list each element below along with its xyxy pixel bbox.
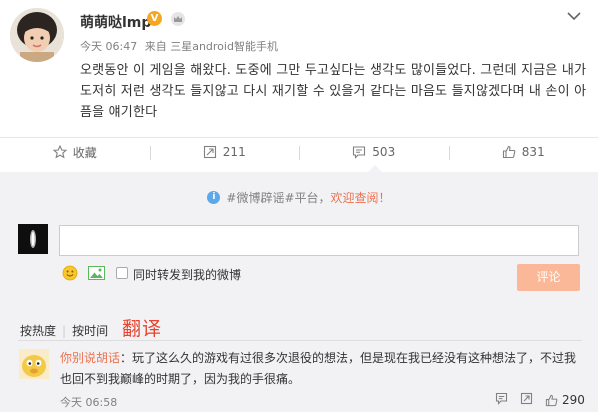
sort-divider bbox=[18, 340, 582, 341]
post-action-bar: 收藏 211 503 831 bbox=[0, 137, 598, 166]
comment-sort-bar: 按热度 | 按时间 bbox=[20, 322, 108, 339]
comment-body: 你别说胡话：玩了这么久的游戏有过很多次退役的想法，但是现在我已经没有这种想法了，… bbox=[60, 348, 585, 390]
comment-panel-caret bbox=[368, 165, 382, 172]
thumb-up-icon bbox=[502, 145, 516, 159]
current-user-avatar[interactable] bbox=[18, 224, 48, 254]
comment-submit-button[interactable]: 评论 bbox=[517, 264, 580, 291]
sort-separator: | bbox=[62, 324, 67, 338]
post-card: 萌萌哒lmp V 今天 06:47 来自 三星android智能手机 오랫동안 … bbox=[0, 0, 598, 137]
post-text: 오랫동안 이 게임을 해왔다. 도중에 그만 두고싶다는 생각도 많이들었다. … bbox=[80, 63, 587, 120]
repost-checkbox[interactable] bbox=[116, 267, 128, 279]
favorite-button[interactable]: 收藏 bbox=[0, 138, 150, 166]
emoji-icon[interactable] bbox=[62, 265, 78, 281]
like-count: 831 bbox=[521, 145, 545, 159]
post-source-link[interactable]: 三星android智能手机 bbox=[170, 40, 278, 53]
comment-text: ：玩了这么久的游戏有过很多次退役的想法，但是现在我已经没有这种想法了，不过我也回… bbox=[60, 351, 577, 386]
commenter-avatar[interactable] bbox=[19, 349, 49, 379]
post-meta: 今天 06:47 来自 三星android智能手机 bbox=[80, 38, 278, 54]
repost-checkbox-label[interactable]: 同时转发到我的微博 bbox=[133, 266, 241, 283]
username-link[interactable]: 萌萌哒lmp bbox=[80, 12, 151, 32]
favorite-label: 收藏 bbox=[72, 145, 97, 160]
rumor-view-link[interactable]: 欢迎查阅！ bbox=[331, 189, 391, 206]
verified-v-icon[interactable]: V bbox=[147, 11, 162, 26]
rumor-notice: i #微博辟谣#平台， 欢迎查阅！ bbox=[0, 188, 598, 212]
comment-actions: 290 bbox=[495, 392, 585, 408]
like-button[interactable]: 831 bbox=[448, 138, 598, 166]
repost-button[interactable]: 211 bbox=[149, 138, 300, 166]
rumor-topic-link[interactable]: #微博辟谣#平台， bbox=[226, 189, 330, 206]
translation-annotation: 翻译 bbox=[122, 318, 163, 340]
reply-icon[interactable] bbox=[520, 392, 533, 408]
repost-count: 211 bbox=[222, 145, 246, 159]
comment-input[interactable] bbox=[59, 225, 579, 256]
image-icon[interactable] bbox=[88, 265, 105, 281]
comment-count: 503 bbox=[372, 145, 396, 159]
report-icon[interactable] bbox=[495, 392, 508, 408]
post-time-link[interactable]: 今天 06:47 bbox=[80, 40, 137, 53]
repost-icon bbox=[203, 145, 216, 159]
comment-time: 今天 06:58 bbox=[60, 396, 118, 409]
comment-like-button[interactable]: 290 bbox=[545, 393, 585, 407]
commenter-name-link[interactable]: 你别说胡话 bbox=[60, 351, 120, 365]
source-prefix: 来自 bbox=[144, 40, 167, 53]
comment-icon bbox=[353, 146, 366, 159]
more-chevron-icon[interactable] bbox=[566, 10, 582, 22]
sort-by-time-tab[interactable]: 按时间 bbox=[72, 324, 108, 338]
thumb-up-icon bbox=[545, 394, 558, 406]
comment-like-count: 290 bbox=[562, 393, 585, 407]
crown-icon[interactable] bbox=[170, 11, 186, 27]
info-icon: i bbox=[207, 191, 221, 204]
sort-by-hot-tab[interactable]: 按热度 bbox=[20, 324, 56, 338]
user-avatar[interactable] bbox=[10, 8, 64, 62]
star-icon bbox=[52, 145, 67, 159]
comment-button[interactable]: 503 bbox=[299, 138, 449, 166]
